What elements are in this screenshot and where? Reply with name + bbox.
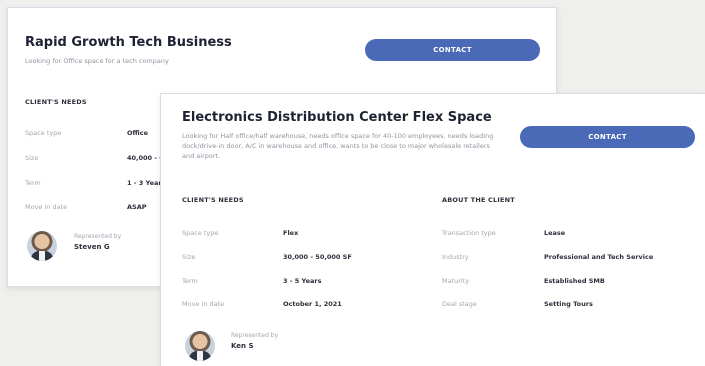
industry-value: Professional and Tech Service <box>544 253 654 261</box>
listing-title: Rapid Growth Tech Business <box>25 35 232 50</box>
term-value: 3 - 5 Years <box>283 277 322 285</box>
space-type-value: Office <box>127 129 149 137</box>
listing-subtitle: Looking for Half office/half warehouse, … <box>182 132 494 160</box>
size-value: 40,000 - 6 <box>127 154 164 162</box>
clients-needs-heading: CLIENT'S NEEDS <box>182 196 244 204</box>
listing-card-electronics-flex: Electronics Distribution Center Flex Spa… <box>160 93 705 366</box>
listing-subtitle: Looking for Office space for a tech comp… <box>25 57 169 65</box>
size-label: Size <box>25 154 39 162</box>
space-type-label: Space type <box>25 129 62 137</box>
represented-by-label: Represented by <box>74 233 122 240</box>
about-client-heading: ABOUT THE CLIENT <box>442 196 515 204</box>
representative-name[interactable]: Ken S <box>231 342 254 350</box>
size-label: Size <box>182 253 196 261</box>
avatar <box>27 231 57 261</box>
move-in-date-label: Move in date <box>25 203 68 211</box>
transaction-type-label: Transaction type <box>442 229 496 237</box>
avatar <box>185 331 215 361</box>
move-in-date-label: Move in date <box>182 300 225 308</box>
contact-button[interactable]: CONTACT <box>365 39 540 61</box>
deal-stage-label: Deal stage <box>442 300 477 308</box>
size-value: 30,000 - 50,000 SF <box>283 253 352 261</box>
space-type-label: Space type <box>182 229 219 237</box>
representative-name[interactable]: Steven G <box>74 243 110 251</box>
maturity-value: Established SMB <box>544 277 605 285</box>
space-type-value: Flex <box>283 229 299 237</box>
move-in-date-value: October 1, 2021 <box>283 300 342 308</box>
maturity-label: Maturity <box>442 277 470 285</box>
represented-by-label: Represented by <box>231 332 279 339</box>
clients-needs-heading: CLIENT'S NEEDS <box>25 98 87 106</box>
term-label: Term <box>25 179 41 187</box>
listing-title: Electronics Distribution Center Flex Spa… <box>182 110 492 125</box>
move-in-date-value: ASAP <box>127 203 147 211</box>
transaction-type-value: Lease <box>544 229 566 237</box>
deal-stage-value: Setting Tours <box>544 300 593 308</box>
contact-button[interactable]: CONTACT <box>520 126 695 148</box>
term-label: Term <box>182 277 198 285</box>
industry-label: Industry <box>442 253 469 261</box>
